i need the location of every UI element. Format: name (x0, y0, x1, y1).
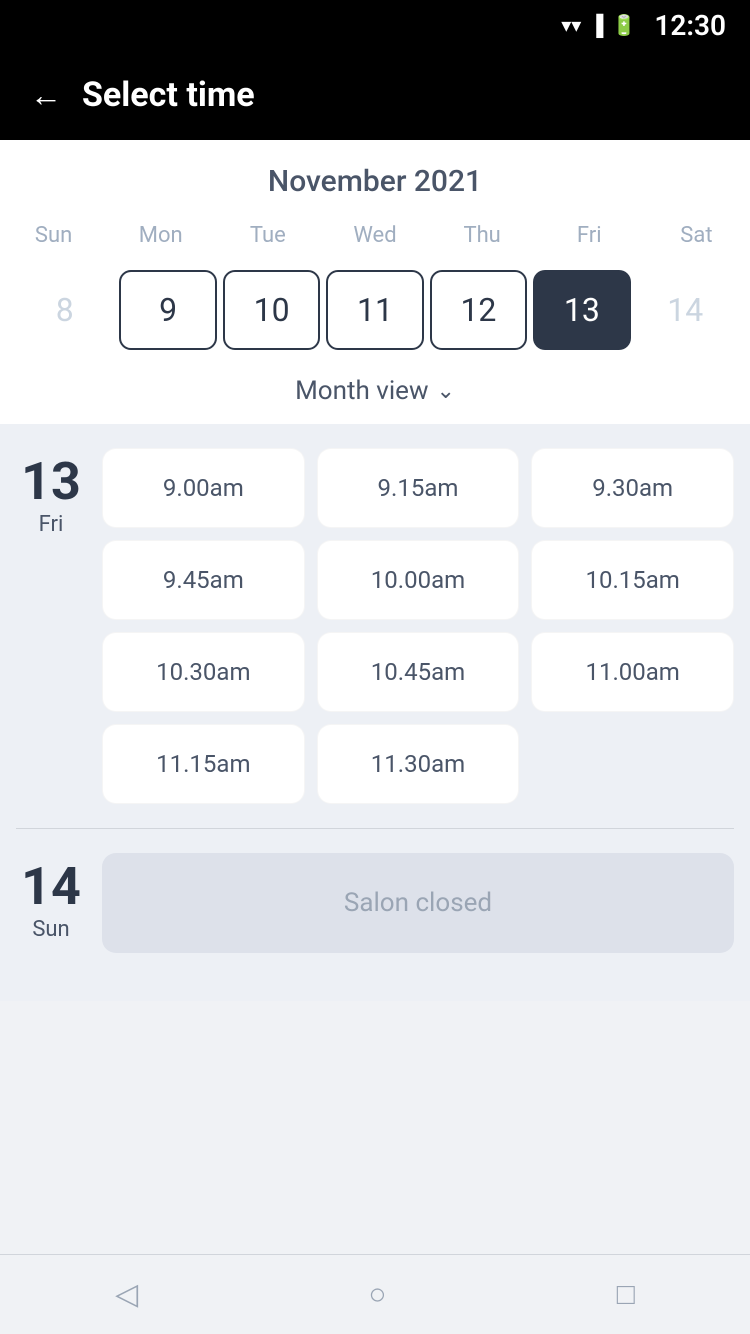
day-headers: SunMonTueWedThuFriSat (0, 219, 750, 252)
day-header-tue: Tue (214, 219, 321, 252)
calendar-day-12[interactable]: 12 (430, 270, 527, 350)
time-slot-1100am[interactable]: 11.00am (531, 632, 734, 712)
status-bar: ▾▾ ▐ 🔋 12:30 (0, 0, 750, 50)
calendar-day-9[interactable]: 9 (119, 270, 216, 350)
day-header-thu: Thu (429, 219, 536, 252)
chevron-down-icon: ⌄ (436, 379, 454, 404)
closed-block: 14 Sun Salon closed (16, 853, 734, 953)
month-view-label: Month view (295, 376, 428, 406)
back-button[interactable]: ← (30, 76, 62, 114)
closed-day-label: 14 Sun (16, 853, 86, 953)
day-header-mon: Mon (107, 219, 214, 252)
day-header-sun: Sun (0, 219, 107, 252)
nav-recents-icon[interactable]: □ (617, 1277, 635, 1312)
divider (16, 828, 734, 829)
status-time: 12:30 (654, 9, 726, 42)
day-number: 13 (21, 456, 81, 508)
closed-day-name: Sun (32, 917, 69, 942)
month-title: November 2021 (0, 164, 750, 199)
calendar-day-10[interactable]: 10 (223, 270, 320, 350)
time-slot-1030am[interactable]: 10.30am (102, 632, 305, 712)
time-slot-1045am[interactable]: 10.45am (317, 632, 520, 712)
header: ← Select time (0, 50, 750, 140)
time-slot-1130am[interactable]: 11.30am (317, 724, 520, 804)
slots-grid: 9.00am9.15am9.30am9.45am10.00am10.15am10… (102, 448, 734, 804)
day-header-fri: Fri (536, 219, 643, 252)
timeslots-section: 13 Fri 9.00am9.15am9.30am 9.45am10.00am10.1… (0, 424, 750, 1001)
time-slot-1115am[interactable]: 11.15am (102, 724, 305, 804)
battery-icon: 🔋 (611, 13, 636, 37)
day-block-fri: 13 Fri 9.00am9.15am9.30am 9.45am10.00am10.1… (16, 448, 734, 804)
calendar-day-11[interactable]: 11 (326, 270, 423, 350)
calendar-day-8: 8 (16, 270, 113, 350)
time-slot-945am[interactable]: 9.45am (102, 540, 305, 620)
closed-panel: Salon closed (102, 853, 734, 953)
time-slot-900am[interactable]: 9.00am (102, 448, 305, 528)
time-slot-1000am[interactable]: 10.00am (317, 540, 520, 620)
day-name: Fri (39, 512, 64, 537)
page-title: Select time (82, 75, 255, 115)
month-view-toggle[interactable]: Month view ⌄ (0, 362, 750, 424)
day-header-sat: Sat (643, 219, 750, 252)
nav-back-icon[interactable]: ◁ (115, 1277, 138, 1312)
nav-home-icon[interactable]: ○ (368, 1277, 386, 1312)
calendar-day-13[interactable]: 13 (533, 270, 630, 350)
calendar-section: November 2021 SunMonTueWedThuFriSat 8910… (0, 140, 750, 424)
time-slot-1015am[interactable]: 10.15am (531, 540, 734, 620)
wifi-icon: ▾▾ (561, 13, 581, 37)
calendar-day-14: 14 (637, 270, 734, 350)
time-slot-930am[interactable]: 9.30am (531, 448, 734, 528)
time-slot-915am[interactable]: 9.15am (317, 448, 520, 528)
closed-day-number: 14 (21, 861, 81, 913)
status-icons: ▾▾ ▐ 🔋 (561, 13, 636, 38)
day-header-wed: Wed (321, 219, 428, 252)
calendar-row: 891011121314 (0, 262, 750, 358)
day-label: 13 Fri (16, 448, 86, 804)
nav-bar: ◁ ○ □ (0, 1254, 750, 1334)
signal-icon: ▐ (589, 13, 603, 38)
